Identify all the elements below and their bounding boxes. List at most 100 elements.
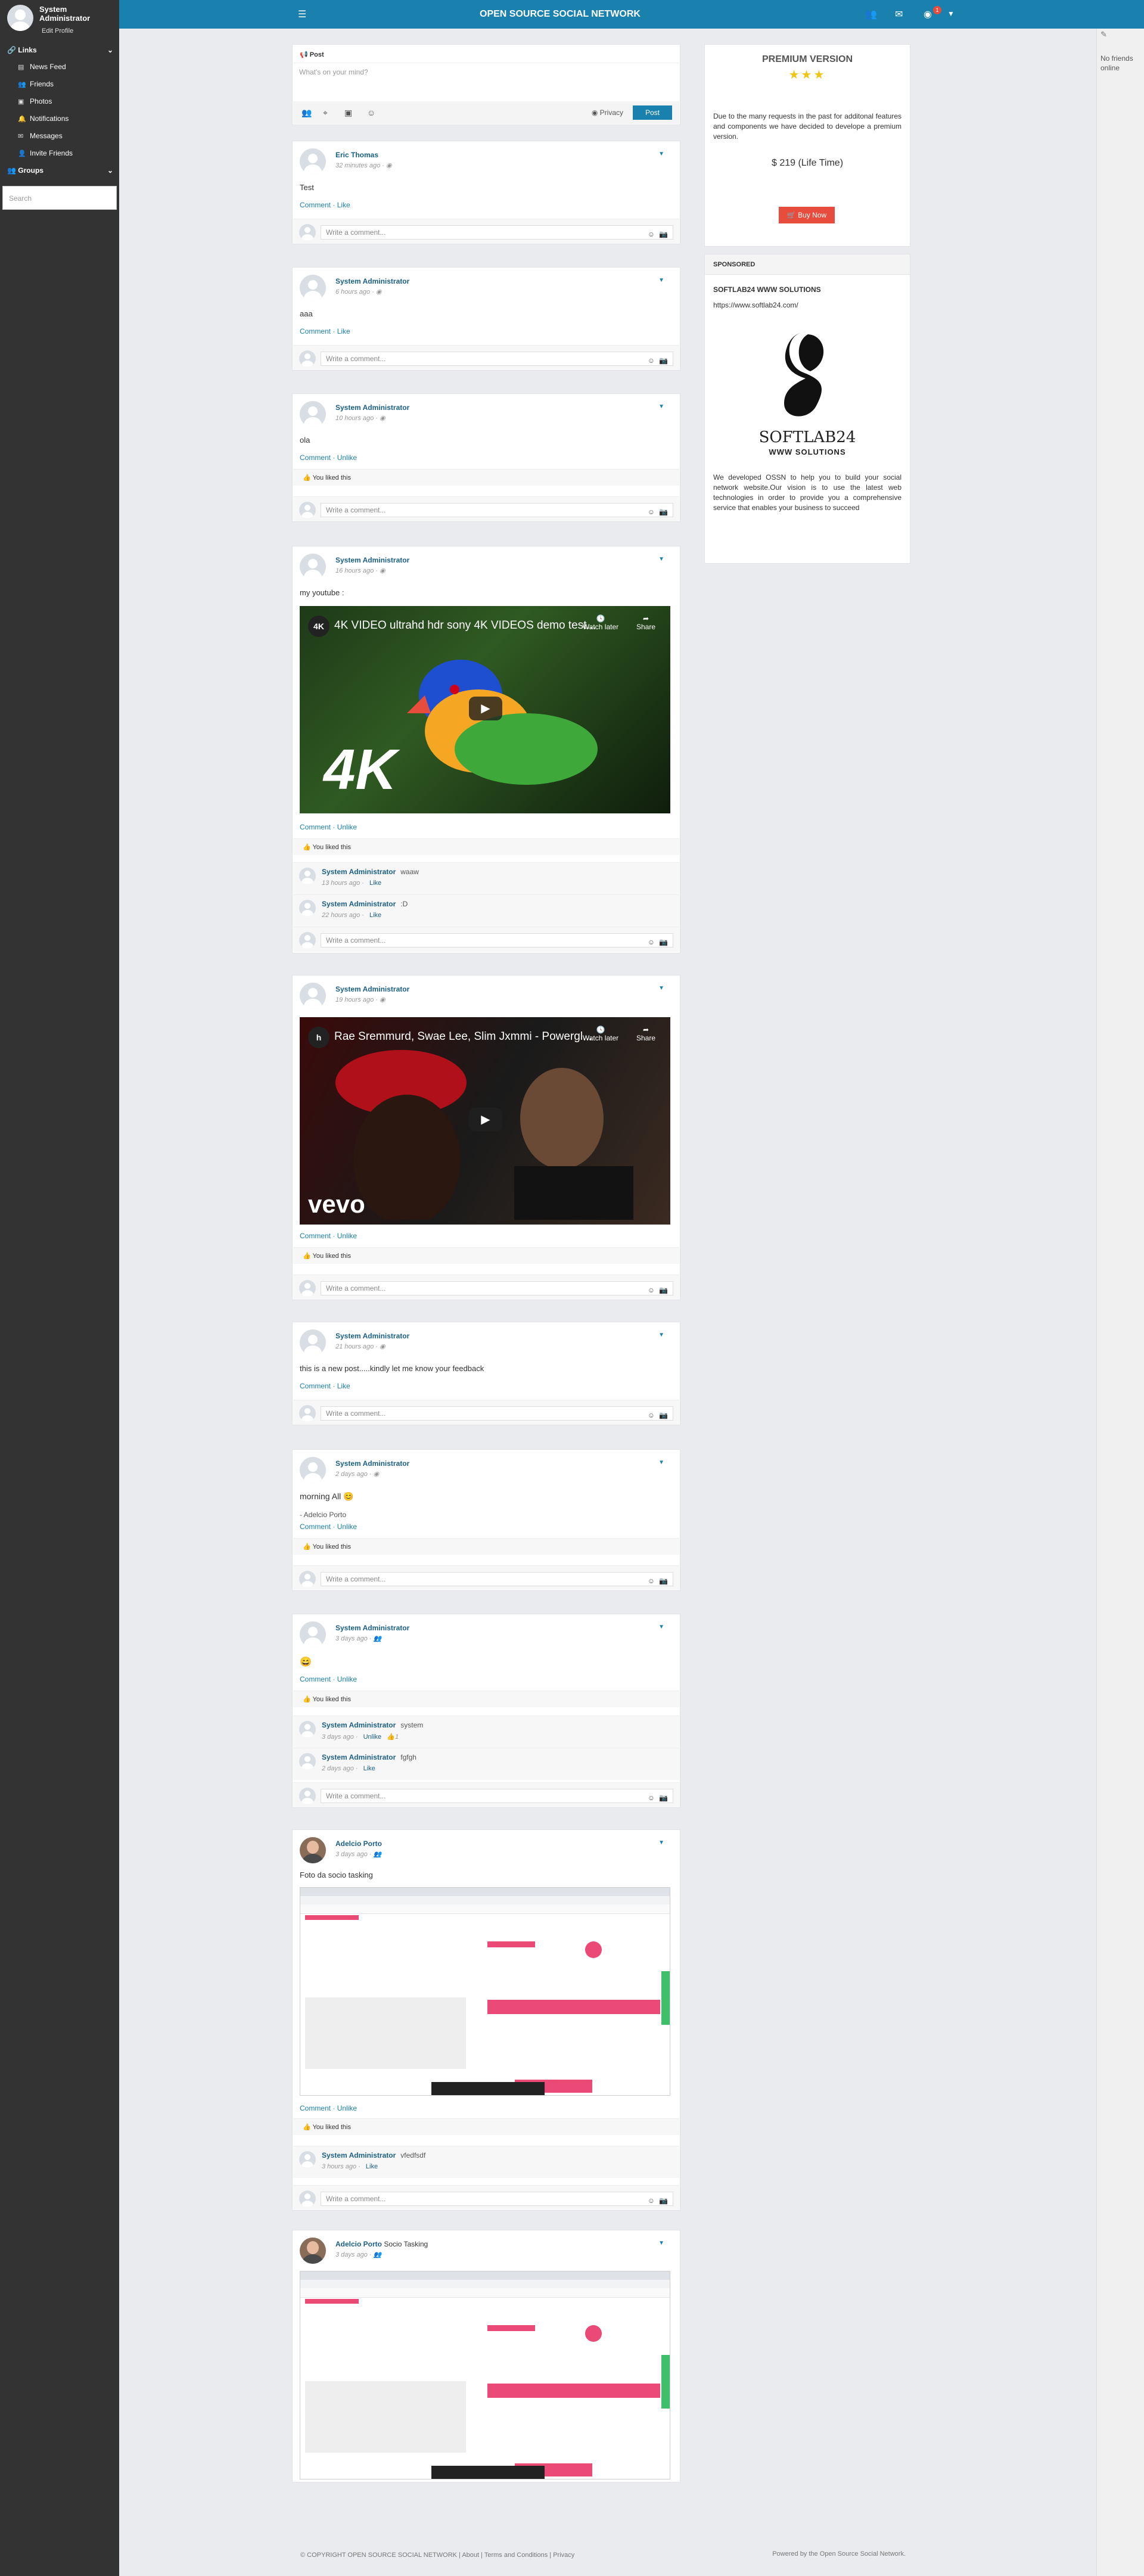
- watch-later-button[interactable]: 🕓 Watch later: [580, 1026, 621, 1042]
- avatar[interactable]: [300, 401, 326, 427]
- comment-link[interactable]: Comment: [300, 1675, 331, 1683]
- comment-input[interactable]: Write a comment... ☺ 📷: [321, 2192, 673, 2206]
- comment-input[interactable]: Write a comment... ☺ 📷: [321, 352, 673, 366]
- share-button[interactable]: ➦ Share: [631, 614, 661, 631]
- avatar[interactable]: [300, 983, 326, 1009]
- privacy-button[interactable]: ◉ Privacy: [592, 108, 623, 117]
- youtube-video[interactable]: h Rae Sremmurd, Swae Lee, Slim Jxmmi - P…: [300, 1017, 670, 1225]
- comment-link[interactable]: Comment: [300, 823, 331, 831]
- avatar[interactable]: [300, 1837, 326, 1863]
- post-author[interactable]: System Administrator: [335, 985, 409, 993]
- sponsor-name[interactable]: SOFTLAB24 WWW SOLUTIONS: [713, 285, 821, 294]
- emoji-icon[interactable]: ☺: [648, 505, 655, 518]
- play-icon[interactable]: ▶: [469, 697, 502, 720]
- video-title[interactable]: 4K VIDEO ultrahd hdr sony 4K VIDEOS demo…: [334, 619, 596, 632]
- unlike-link[interactable]: Unlike: [337, 453, 357, 462]
- camera-icon[interactable]: 📷: [659, 228, 668, 241]
- post-menu-icon[interactable]: ▼: [658, 985, 664, 992]
- pencil-icon[interactable]: ✎: [1101, 30, 1107, 39]
- post-textarea[interactable]: What's on your mind?: [293, 63, 679, 96]
- camera-icon[interactable]: 📷: [659, 1574, 668, 1587]
- emoji-icon[interactable]: ☺: [648, 228, 655, 241]
- comment-author[interactable]: System Administrator:D: [322, 900, 408, 908]
- camera-icon[interactable]: 📷: [659, 505, 668, 518]
- comment-input[interactable]: Write a comment... ☺ 📷: [321, 933, 673, 947]
- avatar[interactable]: [299, 1721, 316, 1738]
- comment-link[interactable]: Comment: [300, 327, 331, 335]
- sidebar-item-notifications[interactable]: 🔔 Notifications: [0, 110, 119, 128]
- avatar[interactable]: [300, 554, 326, 580]
- location-icon[interactable]: ⌖: [323, 108, 328, 118]
- camera-icon[interactable]: 📷: [659, 2194, 668, 2207]
- comment-author[interactable]: System Administrator vfedfsdf: [322, 2151, 425, 2159]
- watch-later-button[interactable]: 🕓 Watch later: [580, 614, 621, 631]
- sidebar-profile[interactable]: System Administrator Edit Profile: [0, 0, 119, 42]
- emoji-icon[interactable]: ☺: [367, 108, 375, 117]
- edit-profile-link[interactable]: Edit Profile: [42, 27, 73, 35]
- post-author[interactable]: System Administrator: [335, 556, 409, 564]
- comment-author[interactable]: System Administrator fgfgh: [322, 1753, 416, 1761]
- emoji-icon[interactable]: ☺: [648, 354, 655, 367]
- avatar[interactable]: [300, 1621, 326, 1648]
- search-input[interactable]: Search: [2, 186, 117, 210]
- avatar[interactable]: [299, 1753, 316, 1770]
- sidebar-item-photos[interactable]: ▣ Photos: [0, 93, 119, 110]
- like-link[interactable]: Like: [369, 912, 381, 919]
- avatar[interactable]: [300, 1457, 326, 1483]
- avatar[interactable]: [300, 275, 326, 301]
- emoji-icon[interactable]: ☺: [648, 936, 655, 949]
- tab-post[interactable]: 📢 Post: [300, 51, 324, 58]
- post-author[interactable]: Eric Thomas: [335, 151, 378, 159]
- unlike-link[interactable]: Unlike: [337, 1232, 357, 1240]
- comment-input[interactable]: Write a comment... ☺ 📷: [321, 1789, 673, 1803]
- like-link[interactable]: Like: [363, 1765, 375, 1772]
- profile-name[interactable]: System Administrator: [39, 5, 111, 23]
- post-author[interactable]: System Administrator: [335, 277, 409, 285]
- unlike-link[interactable]: Unlike: [337, 1522, 357, 1531]
- post-menu-icon[interactable]: ▼: [658, 277, 664, 284]
- camera-icon[interactable]: 📷: [659, 1284, 668, 1297]
- softlab-logo-icon[interactable]: [772, 330, 838, 425]
- post-photo[interactable]: [300, 2271, 670, 2479]
- avatar[interactable]: [300, 148, 326, 175]
- buy-now-button[interactable]: 🛒 Buy Now: [779, 207, 835, 223]
- likes-summary[interactable]: 👍 You liked this: [293, 469, 679, 486]
- camera-icon[interactable]: 📷: [659, 354, 668, 367]
- post-menu-icon[interactable]: ▼: [658, 1624, 664, 1630]
- comment-input[interactable]: Write a comment... ☺ 📷: [321, 225, 673, 240]
- emoji-icon[interactable]: ☺: [648, 1791, 655, 1804]
- footer-powered[interactable]: Powered by the Open Source Social Networ…: [772, 2550, 906, 2558]
- likes-summary[interactable]: 👍 You liked this: [293, 838, 679, 855]
- comment-link[interactable]: Comment: [300, 453, 331, 462]
- post-author-name[interactable]: Adelcio Porto: [335, 2240, 382, 2248]
- like-link[interactable]: Like: [369, 880, 381, 887]
- share-button[interactable]: ➦ Share: [631, 1026, 661, 1042]
- emoji-icon[interactable]: ☺: [648, 2194, 655, 2207]
- likes-summary[interactable]: 👍 You liked this: [293, 1691, 679, 1707]
- unlike-link[interactable]: Unlike: [337, 823, 357, 831]
- avatar[interactable]: [300, 2238, 326, 2264]
- avatar[interactable]: [299, 868, 316, 884]
- post-menu-icon[interactable]: ▼: [658, 403, 664, 410]
- comment-input[interactable]: Write a comment... ☺ 📷: [321, 503, 673, 517]
- post-photo[interactable]: [300, 1887, 670, 2096]
- avatar[interactable]: [299, 900, 316, 916]
- post-menu-icon[interactable]: ▼: [658, 151, 664, 157]
- photo-icon[interactable]: ▣: [344, 108, 352, 118]
- likes-summary[interactable]: 👍 You liked this: [293, 1247, 679, 1264]
- caret-down-icon[interactable]: ▼: [947, 10, 955, 18]
- comment-input[interactable]: Write a comment... ☺ 📷: [321, 1572, 673, 1586]
- emoji-icon[interactable]: ☺: [648, 1409, 655, 1422]
- post-menu-icon[interactable]: ▼: [658, 2240, 664, 2246]
- footer-links[interactable]: © COPYRIGHT OPEN SOURCE SOCIAL NETWORK |…: [300, 2552, 574, 2559]
- sponsor-url[interactable]: https://www.softlab24.com/: [713, 301, 798, 309]
- sidebar-section-groups[interactable]: 👥 Groups ⌄: [0, 162, 119, 179]
- post-author[interactable]: Adelcio Porto: [335, 1839, 382, 1848]
- post-menu-icon[interactable]: ▼: [658, 556, 664, 563]
- comment-link[interactable]: Comment: [300, 1382, 331, 1390]
- comment-author[interactable]: System Administrator waaw: [322, 868, 419, 876]
- camera-icon[interactable]: 📷: [659, 936, 668, 949]
- emoji-icon[interactable]: ☺: [648, 1284, 655, 1297]
- post-menu-icon[interactable]: ▼: [658, 1839, 664, 1846]
- sidebar-item-friends[interactable]: 👥 Friends: [0, 76, 119, 93]
